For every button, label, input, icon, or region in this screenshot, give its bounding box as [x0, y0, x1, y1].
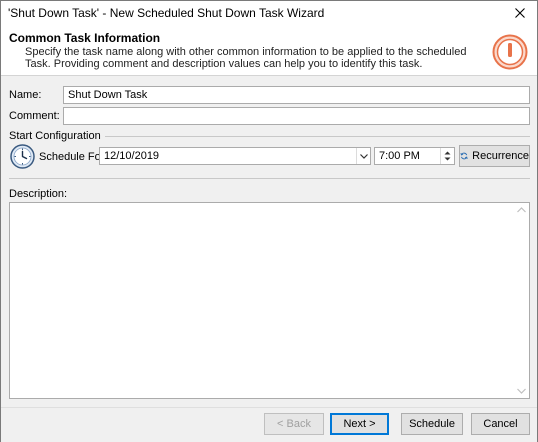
description-textarea[interactable] [9, 202, 530, 399]
wizard-window: 'Shut Down Task' - New Scheduled Shut Do… [0, 0, 538, 442]
chevron-down-icon [359, 153, 368, 159]
name-label: Name: [9, 89, 42, 101]
name-input[interactable] [63, 86, 530, 104]
next-button[interactable]: Next > [330, 413, 389, 435]
refresh-icon [460, 152, 468, 160]
cancel-label: Cancel [483, 418, 518, 430]
date-value: 12/10/2019 [104, 150, 160, 162]
vertical-scrollbar[interactable] [514, 203, 529, 398]
time-value: 7:00 PM [379, 150, 420, 162]
cancel-button[interactable]: Cancel [471, 413, 530, 435]
back-label: < Back [277, 418, 311, 430]
wizard-header: Common Task Information Specify the task… [1, 25, 537, 76]
comment-label: Comment: [9, 110, 60, 122]
schedule-for-label: Schedule For: [39, 151, 108, 163]
window-title: 'Shut Down Task' - New Scheduled Shut Do… [8, 6, 325, 20]
date-dropdown-button[interactable] [356, 148, 370, 164]
header-description: Specify the task name along with other c… [25, 46, 467, 70]
power-icon [492, 34, 528, 70]
comment-input[interactable] [63, 107, 530, 125]
spin-arrows-icon [444, 151, 451, 161]
clock-icon [10, 144, 35, 169]
header-title: Common Task Information [9, 31, 161, 45]
close-button[interactable] [503, 1, 537, 25]
back-button[interactable]: < Back [264, 413, 324, 435]
description-label: Description: [9, 188, 68, 200]
next-label: Next > [343, 418, 376, 430]
start-config-label: Start Configuration [9, 130, 105, 142]
close-icon [515, 8, 525, 18]
scroll-down-icon[interactable] [517, 388, 526, 394]
title-bar: 'Shut Down Task' - New Scheduled Shut Do… [1, 1, 537, 25]
date-picker[interactable]: 12/10/2019 [99, 147, 371, 165]
section-divider [9, 178, 530, 179]
scroll-up-icon[interactable] [517, 207, 526, 213]
recurrence-button[interactable]: Recurrence [459, 145, 530, 167]
time-spin-buttons[interactable] [440, 148, 454, 164]
schedule-label: Schedule [409, 418, 455, 430]
schedule-button[interactable]: Schedule [401, 413, 463, 435]
time-spinner[interactable]: 7:00 PM [374, 147, 455, 165]
recurrence-label: Recurrence [472, 150, 529, 162]
